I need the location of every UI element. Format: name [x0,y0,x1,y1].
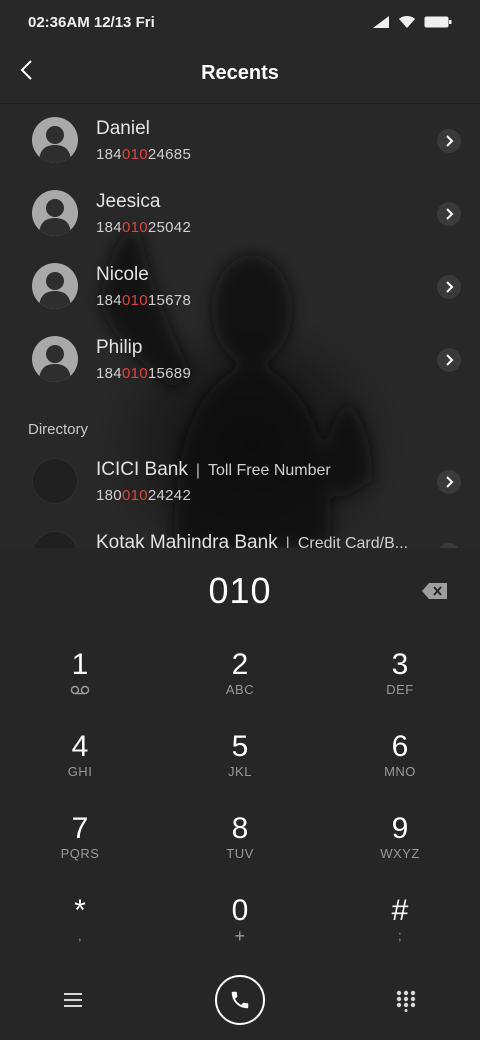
chevron-right-icon [446,476,454,488]
details-button[interactable] [437,470,461,494]
call-button[interactable] [215,975,265,1025]
avatar [32,336,78,382]
chevron-right-icon [446,281,454,293]
recent-row-jeesica[interactable]: Jeesica 18401025042 [0,177,480,250]
key-5[interactable]: 5 JKL [180,730,300,802]
contact-name: Jeesica [96,191,161,212]
details-button[interactable] [437,202,461,226]
contact-number: 18401025042 [96,219,192,236]
wifi-icon [399,16,415,28]
dialer-bottom-bar [0,972,480,1028]
keypad-toggle-button[interactable] [393,988,419,1014]
contact-number: 18401015678 [96,292,192,309]
contact-name: Nicole [96,264,149,285]
key-hash[interactable]: # ; [340,894,460,966]
key-8[interactable]: 8 TUV [180,812,300,884]
chevron-right-icon [446,354,454,366]
back-button[interactable] [12,56,40,84]
key-7[interactable]: 7 PQRS [20,812,140,884]
person-icon [39,199,71,236]
contact-name: Daniel [96,118,150,139]
key-6[interactable]: 6 MNO [340,730,460,802]
key-1[interactable]: 1 [20,648,140,720]
menu-icon [64,993,82,1007]
directory-name: ICICI Bank | Toll Free Number [96,459,331,480]
key-3[interactable]: 3 DEF [340,648,460,720]
recent-row-nicole[interactable]: Nicole 18401015678 [0,250,480,323]
person-icon [39,345,71,382]
details-button[interactable] [437,348,461,372]
back-arrow-icon [20,60,32,80]
page-title: Recents [201,62,279,84]
status-time: 02:36AM 12/13 Fri [28,13,155,31]
person-icon [39,272,71,309]
backspace-button[interactable] [418,578,452,604]
directory-name: Kotak Mahindra Bank | Credit Card/B... [96,532,409,548]
directory-row-kotak[interactable]: Kotak Mahindra Bank | Credit Card/B... [0,518,480,548]
dialer-panel: 010 1 2 ABC 3 DEF 4 GHI 5 JKL 6 MNO 7 PQ… [0,548,480,1040]
section-label-directory: Directory [28,421,89,438]
chevron-right-icon [446,208,454,220]
phone-icon [231,991,249,1009]
dial-input[interactable]: 010 [0,570,480,612]
menu-button[interactable] [60,988,86,1012]
key-0[interactable]: 0 + [180,894,300,966]
backspace-icon [422,583,447,599]
chevron-right-icon [446,135,454,147]
keypad-icon [396,990,416,1012]
directory-number: 18001024242 [96,487,192,504]
app-header: Recents [0,44,480,104]
battery-icon [424,16,452,28]
contact-number: 18401015689 [96,365,192,382]
signal-icon [373,16,389,28]
directory-avatar [32,531,78,548]
directory-row-icici[interactable]: ICICI Bank | Toll Free Number 18001024242 [0,445,480,518]
avatar [32,263,78,309]
recents-panel: 02:36AM 12/13 Fri Recents Daniel 1840102… [0,0,480,548]
details-button[interactable] [437,129,461,153]
status-icons [372,15,452,29]
avatar [32,117,78,163]
key-9[interactable]: 9 WXYZ [340,812,460,884]
status-bar: 02:36AM 12/13 Fri [0,0,480,44]
directory-avatar [32,458,78,504]
voicemail-icon [70,685,90,695]
details-button[interactable] [437,275,461,299]
recent-row-daniel[interactable]: Daniel 18401024685 [0,104,480,177]
recent-row-philip[interactable]: Philip 18401015689 [0,323,480,396]
key-star[interactable]: * , [20,894,140,966]
key-4[interactable]: 4 GHI [20,730,140,802]
contact-number: 18401024685 [96,146,192,163]
contact-name: Philip [96,337,143,358]
person-icon [39,126,71,163]
key-2[interactable]: 2 ABC [180,648,300,720]
avatar [32,190,78,236]
